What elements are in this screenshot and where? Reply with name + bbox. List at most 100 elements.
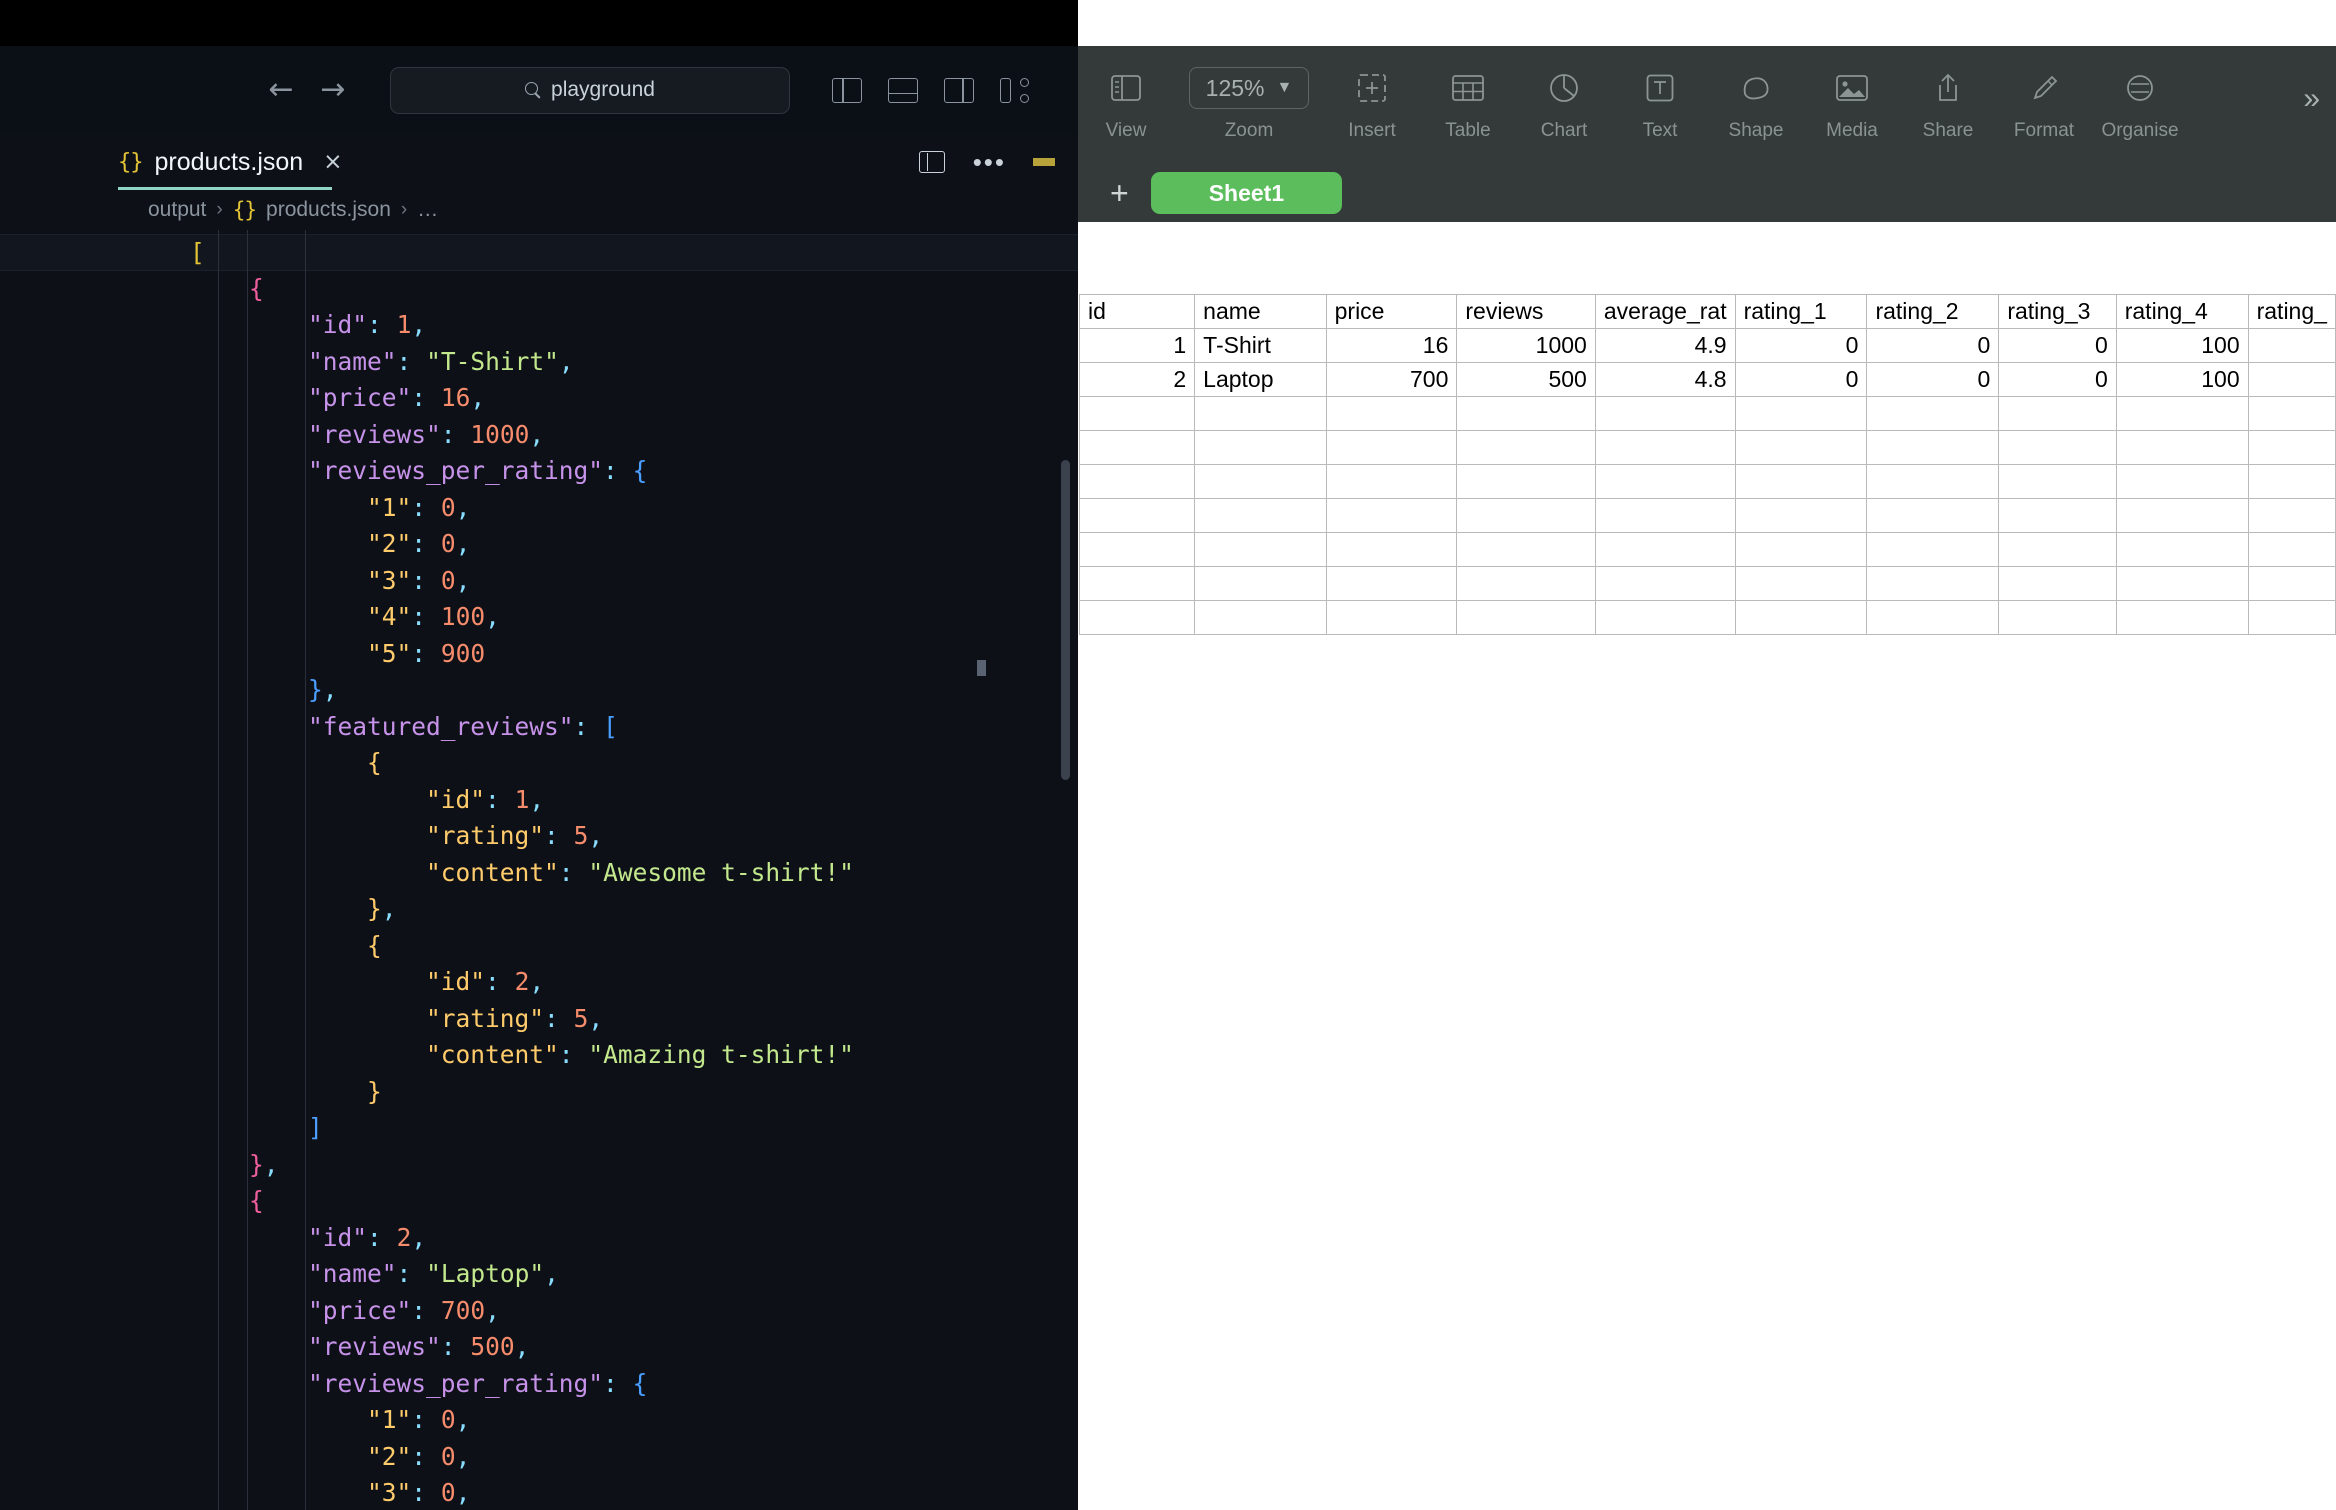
table-cell[interactable] (1456, 396, 1596, 431)
table-cell[interactable] (1998, 532, 2117, 567)
table-cell[interactable]: 0 (1734, 328, 1868, 363)
table-cell[interactable] (2115, 600, 2249, 635)
column-header[interactable]: id (1078, 294, 1196, 329)
arrow-left-icon[interactable]: ← (268, 75, 294, 105)
toolbar-item-media[interactable]: Media (1804, 46, 1900, 142)
breadcrumb-file[interactable]: products.json (266, 198, 391, 222)
table-cell[interactable] (1325, 566, 1458, 601)
table-cell[interactable] (1456, 600, 1596, 635)
table-cell[interactable] (2247, 498, 2336, 533)
sheet-tab-sheet1[interactable]: Sheet1 (1150, 172, 1343, 214)
spreadsheet-table[interactable]: id name price reviews average_rat rating_1 rat… (1078, 294, 2336, 635)
table-cell[interactable] (2247, 396, 2336, 431)
table-cell[interactable] (1998, 498, 2117, 533)
table-cell[interactable]: 700 (1325, 362, 1458, 397)
table-cell[interactable]: 2 (1078, 362, 1196, 397)
table-cell[interactable]: 1000 (1456, 328, 1596, 363)
table-cell[interactable] (2115, 532, 2249, 567)
table-cell[interactable] (2247, 566, 2336, 601)
minimap-slider[interactable] (977, 660, 986, 676)
toolbar-item-share[interactable]: Share (1900, 46, 1996, 142)
table-cell[interactable] (1734, 464, 1868, 499)
table-cell[interactable] (1734, 396, 1868, 431)
toolbar-item-format[interactable]: Format (1996, 46, 2092, 142)
table-cell[interactable] (2247, 430, 2336, 465)
code-editor[interactable]: [ { "id": 1, "name": "T-Shirt", "price":… (0, 230, 1078, 1510)
table-row-empty[interactable] (1078, 532, 2336, 567)
table-cell[interactable] (1456, 498, 1596, 533)
table-cell[interactable] (1866, 396, 2000, 431)
table-cell[interactable] (2247, 532, 2336, 567)
table-cell[interactable] (2115, 566, 2249, 601)
table-cell[interactable] (1194, 430, 1327, 465)
table-cell[interactable]: 1 (1078, 328, 1196, 363)
table-row-empty[interactable] (1078, 396, 2336, 431)
table-cell[interactable]: 0 (1866, 362, 2000, 397)
toggle-primary-sidebar-icon[interactable] (832, 77, 862, 103)
table-cell[interactable] (2247, 600, 2336, 635)
table-cell[interactable]: 16 (1325, 328, 1458, 363)
column-header[interactable]: rating_4 (2115, 294, 2249, 329)
table-cell[interactable] (1866, 430, 2000, 465)
table-cell[interactable]: 0 (1734, 362, 1868, 397)
table-cell[interactable] (1594, 600, 1736, 635)
table-cell[interactable] (1078, 498, 1196, 533)
table-cell[interactable] (1325, 498, 1458, 533)
table-cell[interactable] (1866, 600, 2000, 635)
add-sheet-button[interactable]: + (1110, 177, 1129, 209)
table-row-empty[interactable] (1078, 566, 2336, 601)
breadcrumb-ellipsis[interactable]: … (417, 198, 438, 222)
table-row-empty[interactable] (1078, 498, 2336, 533)
toolbar-item-organise[interactable]: Organise (2092, 46, 2188, 142)
table-cell[interactable] (1998, 396, 2117, 431)
table-cell[interactable] (2247, 328, 2336, 363)
table-cell[interactable] (1456, 464, 1596, 499)
table-cell[interactable] (1998, 464, 2117, 499)
column-header[interactable]: reviews (1456, 294, 1596, 329)
table-row[interactable]: 2 Laptop 700 500 4.8 0 0 0 100 (1078, 362, 2336, 397)
column-header[interactable]: rating_3 (1998, 294, 2117, 329)
table-row-empty[interactable] (1078, 600, 2336, 635)
table-cell[interactable] (1078, 430, 1196, 465)
table-cell[interactable] (1866, 566, 2000, 601)
table-cell[interactable] (1194, 566, 1327, 601)
table-cell[interactable] (1456, 430, 1596, 465)
table-cell[interactable] (1078, 396, 1196, 431)
table-cell[interactable] (1325, 464, 1458, 499)
table-cell[interactable] (1194, 532, 1327, 567)
table-cell[interactable] (1594, 430, 1736, 465)
table-cell[interactable] (1456, 532, 1596, 567)
tab-products-json[interactable]: {} products.json × (118, 134, 354, 190)
table-cell[interactable] (1594, 532, 1736, 567)
split-editor-icon[interactable] (918, 151, 945, 173)
breadcrumb-root[interactable]: output (148, 198, 206, 222)
table-cell[interactable] (1325, 396, 1458, 431)
table-cell[interactable] (1734, 566, 1868, 601)
column-header[interactable]: rating_2 (1866, 294, 2000, 329)
column-header[interactable]: average_rat (1594, 294, 1736, 329)
toggle-secondary-sidebar-icon[interactable] (944, 77, 974, 103)
toolbar-item-zoom[interactable]: 125% ▼ Zoom (1174, 46, 1324, 142)
table-cell[interactable] (1866, 532, 2000, 567)
table-cell[interactable] (1734, 532, 1868, 567)
table-cell[interactable]: 0 (1866, 328, 2000, 363)
column-header[interactable]: name (1194, 294, 1327, 329)
close-icon[interactable]: × (323, 149, 342, 175)
table-cell[interactable] (1194, 600, 1327, 635)
toolbar-item-shape[interactable]: Shape (1708, 46, 1804, 142)
toolbar-overflow-icon[interactable]: » (2303, 46, 2320, 116)
table-row[interactable]: 1 T-Shirt 16 1000 4.9 0 0 0 100 (1078, 328, 2336, 363)
table-cell[interactable]: 4.8 (1594, 362, 1736, 397)
table-row-empty[interactable] (1078, 464, 2336, 499)
table-cell[interactable] (1194, 396, 1327, 431)
table-cell[interactable] (1325, 532, 1458, 567)
toolbar-item-insert[interactable]: Insert (1324, 46, 1420, 142)
table-cell[interactable] (1734, 600, 1868, 635)
table-cell[interactable] (1998, 566, 2117, 601)
arrow-right-icon[interactable]: → (320, 75, 346, 105)
editor-scrollbar[interactable] (1061, 460, 1070, 780)
table-cell[interactable] (2115, 430, 2249, 465)
table-cell[interactable] (1594, 464, 1736, 499)
table-cell[interactable] (1594, 566, 1736, 601)
table-cell[interactable] (1325, 430, 1458, 465)
